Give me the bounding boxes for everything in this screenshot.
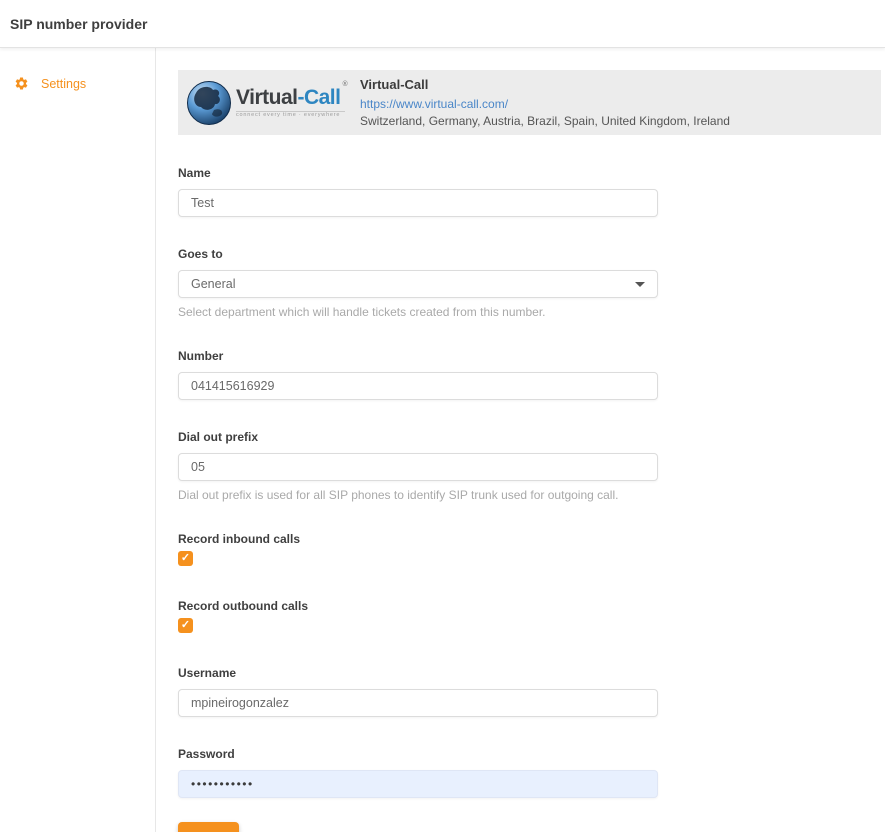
chevron-down-icon — [635, 282, 645, 287]
username-label: Username — [178, 666, 658, 680]
dial-out-prefix-help-text: Dial out prefix is used for all SIP phon… — [178, 488, 658, 502]
password-input[interactable] — [178, 770, 658, 798]
name-label: Name — [178, 166, 658, 180]
sidebar-item-settings[interactable]: Settings — [0, 68, 155, 99]
sidebar: Settings — [0, 48, 156, 832]
number-label: Number — [178, 349, 658, 363]
goes-to-selected-value: General — [191, 277, 235, 291]
record-inbound-label: Record inbound calls — [178, 532, 658, 546]
provider-logo: Virtual-Call® connect every time · every… — [186, 80, 338, 126]
goes-to-label: Goes to — [178, 247, 658, 261]
trademark-symbol: ® — [342, 81, 347, 88]
add-button[interactable]: ADD — [178, 822, 239, 832]
username-group: Username — [178, 666, 658, 717]
record-outbound-group: Record outbound calls — [178, 599, 658, 633]
name-group: Name — [178, 166, 658, 217]
password-group: Password — [178, 747, 658, 798]
dial-out-prefix-label: Dial out prefix — [178, 430, 658, 444]
provider-name: Virtual-Call — [360, 77, 730, 92]
provider-countries: Switzerland, Germany, Austria, Brazil, S… — [360, 114, 730, 128]
goes-to-help-text: Select department which will handle tick… — [178, 305, 658, 319]
provider-info: Virtual-Call https://www.virtual-call.co… — [360, 77, 730, 128]
globe-icon — [186, 80, 232, 126]
dial-out-prefix-group: Dial out prefix Dial out prefix is used … — [178, 430, 658, 502]
number-input[interactable] — [178, 372, 658, 400]
record-inbound-checkbox[interactable] — [178, 551, 193, 566]
brand-tagline: connect every time · everywhere — [236, 111, 345, 119]
brand-name-dark: Virtual — [236, 86, 297, 109]
record-inbound-group: Record inbound calls — [178, 532, 658, 566]
password-label: Password — [178, 747, 658, 761]
sip-provider-form: Name Goes to General Select department w… — [178, 166, 658, 832]
provider-url-link[interactable]: https://www.virtual-call.com/ — [360, 97, 508, 111]
name-input[interactable] — [178, 189, 658, 217]
goes-to-select[interactable]: General — [178, 270, 658, 298]
dial-out-prefix-input[interactable] — [178, 453, 658, 481]
provider-card: Virtual-Call® connect every time · every… — [178, 70, 881, 135]
content-area: Virtual-Call® connect every time · every… — [156, 48, 885, 832]
record-outbound-checkbox[interactable] — [178, 618, 193, 633]
brand-text: Virtual-Call® connect every time · every… — [236, 87, 345, 119]
record-outbound-label: Record outbound calls — [178, 599, 658, 613]
goes-to-group: Goes to General Select department which … — [178, 247, 658, 319]
brand-name-blue: -Call — [297, 86, 340, 109]
username-input[interactable] — [178, 689, 658, 717]
page-title: SIP number provider — [10, 16, 147, 32]
sidebar-item-label: Settings — [41, 77, 86, 91]
gear-icon — [14, 76, 29, 91]
main-layout: Settings — [0, 48, 885, 832]
page-header: SIP number provider — [0, 0, 885, 48]
number-group: Number — [178, 349, 658, 400]
